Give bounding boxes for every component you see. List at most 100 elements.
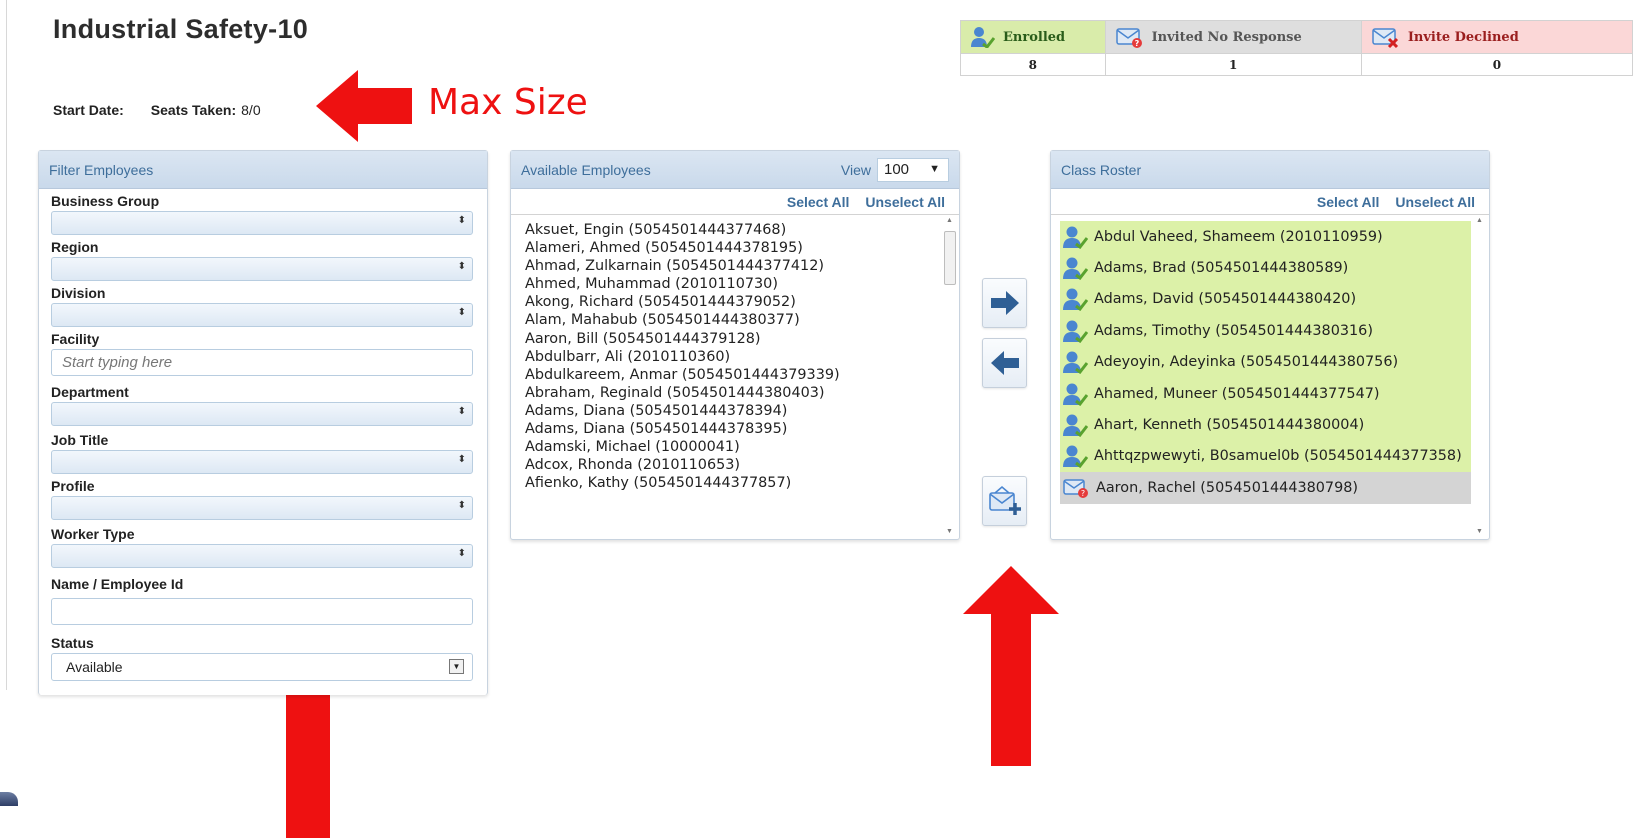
status-select-value: Available xyxy=(66,659,123,675)
page-title: Industrial Safety-10 xyxy=(53,14,309,44)
department-select[interactable]: ⬍ xyxy=(51,402,473,426)
available-employee-item[interactable]: Adams, Diana (5054501444378394) xyxy=(525,402,959,420)
available-employee-item[interactable]: Afienko, Kathy (5054501444377857) xyxy=(525,474,959,492)
roster-member-item[interactable]: Ahamed, Muneer (5054501444377547) xyxy=(1060,377,1471,410)
view-label: View xyxy=(840,161,871,178)
add-to-roster-button[interactable] xyxy=(982,278,1027,328)
available-employee-item[interactable]: Ahmed, Muhammad (2010110730) xyxy=(525,275,959,293)
annotation-arrow-up-invite xyxy=(963,566,1059,766)
available-employee-item[interactable]: Aksuet, Engin (5054501444377468) xyxy=(525,221,959,239)
available-employee-item[interactable]: Alameri, Ahmed (5054501444378195) xyxy=(525,239,959,257)
business-group-label: Business Group xyxy=(51,193,160,209)
select-arrows-icon: ⬍ xyxy=(457,261,466,272)
worker-type-select[interactable]: ⬍ xyxy=(51,544,473,568)
svg-text:?: ? xyxy=(1081,489,1085,498)
roster-member-item[interactable]: Adams, Timothy (5054501444380316) xyxy=(1060,315,1471,347)
enrollment-status-summary: Enrolled 8 ? Invited No Response 1 Invit… xyxy=(960,20,1633,76)
max-size-annotation: Max Size xyxy=(428,82,588,123)
available-scrollbar[interactable]: ▲ ▼ xyxy=(943,217,957,535)
status-count: 1 xyxy=(1229,57,1238,72)
roster-member-item[interactable]: Adams, David (5054501444380420) xyxy=(1060,283,1471,316)
status-count: 0 xyxy=(1492,57,1502,72)
roster-member-item[interactable]: ? Aaron, Rachel (5054501444380798) xyxy=(1060,472,1471,504)
view-count-value: 100 xyxy=(884,161,910,178)
available-employee-item[interactable]: Alam, Mahabub (5054501444380377) xyxy=(525,311,959,329)
roster-member-item[interactable]: Ahart, Kenneth (5054501444380004) xyxy=(1060,409,1471,441)
available-employee-item[interactable]: Abdulkareem, Anmar (5054501444379339) xyxy=(525,366,959,384)
enrolled-user-icon xyxy=(1063,383,1088,406)
available-employee-item[interactable]: Aaron, Bill (5054501444379128) xyxy=(525,330,959,348)
class-meta: Start Date: Seats Taken: 8/0 xyxy=(53,102,261,118)
corner-decoration xyxy=(0,792,18,806)
scroll-down-icon[interactable]: ▼ xyxy=(946,528,953,535)
available-employee-item[interactable]: Akong, Richard (5054501444379052) xyxy=(525,293,959,311)
roster-member-item[interactable]: Ahttqzpwewyti, B0samuel0b (5054501444377… xyxy=(1060,440,1471,473)
available-select-all-link[interactable]: Select All xyxy=(787,194,850,210)
scroll-down-icon[interactable]: ▼ xyxy=(1476,528,1483,535)
division-select[interactable]: ⬍ xyxy=(51,303,473,327)
roster-unselect-all-link[interactable]: Unselect All xyxy=(1395,194,1475,210)
status-label: Invited No Response xyxy=(1151,29,1302,45)
roster-member-name: Adams, Brad (5054501444380589) xyxy=(1094,260,1349,277)
roster-scrollbar[interactable]: ▲ ▼ xyxy=(1473,217,1487,535)
svg-text:?: ? xyxy=(1134,39,1139,48)
roster-member-item[interactable]: Adeyoyin, Adeyinka (5054501444380756) xyxy=(1060,346,1471,378)
available-employee-item[interactable]: Abdulbarr, Ali (2010110360) xyxy=(525,348,959,366)
arrow-right-icon xyxy=(990,291,1019,315)
available-employees-items: Aksuet, Engin (5054501444377468) Alameri,… xyxy=(511,215,959,492)
worker-type-label: Worker Type xyxy=(51,526,135,542)
available-employee-item[interactable]: Abraham, Reginald (5054501444380403) xyxy=(525,384,959,402)
roster-member-name: Aaron, Rachel (5054501444380798) xyxy=(1096,479,1359,496)
job-title-label: Job Title xyxy=(51,432,109,448)
available-employee-item[interactable]: Adamski, Michael (10000041) xyxy=(525,438,959,456)
roster-panel-title: Class Roster xyxy=(1051,151,1489,189)
available-employees-list[interactable]: Aksuet, Engin (5054501444377468) Alameri,… xyxy=(511,215,959,537)
invited-envelope-icon: ? xyxy=(1063,479,1088,498)
class-roster-list[interactable]: Abdul Vaheed, Shameem (2010110959) Adams,… xyxy=(1051,215,1489,537)
scroll-up-icon[interactable]: ▲ xyxy=(1476,217,1483,224)
scroll-thumb[interactable] xyxy=(944,231,956,285)
status-select[interactable]: Available ▼ xyxy=(51,653,473,681)
roster-member-name: Ahart, Kenneth (5054501444380004) xyxy=(1094,417,1365,434)
roster-select-all-link[interactable]: Select All xyxy=(1317,194,1380,210)
name-id-input[interactable] xyxy=(51,598,473,625)
select-arrows-icon: ⬍ xyxy=(457,307,466,318)
roster-member-item[interactable]: Adams, Brad (5054501444380589) xyxy=(1060,252,1471,284)
available-employee-item[interactable]: Ahmad, Zulkarnain (5054501444377412) xyxy=(525,257,959,275)
facility-input[interactable]: Start typing here xyxy=(51,349,473,376)
remove-from-roster-button[interactable] xyxy=(982,338,1027,388)
roster-member-name: Ahttqzpwewyti, B0samuel0b (5054501444377… xyxy=(1094,448,1462,465)
seats-taken-value: 8/0 xyxy=(241,102,261,118)
region-label: Region xyxy=(51,239,99,255)
roster-member-name: Adams, Timothy (5054501444380316) xyxy=(1094,322,1373,339)
department-label: Department xyxy=(51,384,129,400)
region-select[interactable]: ⬍ xyxy=(51,257,473,281)
available-panel-title: Available Employees xyxy=(521,161,651,178)
enrolled-user-icon xyxy=(1063,320,1088,343)
status-filter-label: Status xyxy=(51,635,94,651)
invite-envelope-add-icon xyxy=(988,485,1021,515)
class-roster-items: Abdul Vaheed, Shameem (2010110959) Adams,… xyxy=(1051,215,1489,504)
available-employee-item[interactable]: Adcox, Rhonda (2010110653) xyxy=(525,456,959,474)
roster-member-item[interactable]: Abdul Vaheed, Shameem (2010110959) xyxy=(1060,221,1471,253)
scroll-up-icon[interactable]: ▲ xyxy=(946,217,953,224)
start-date-label: Start Date: xyxy=(53,102,124,118)
roster-member-name: Adeyoyin, Adeyinka (5054501444380756) xyxy=(1094,354,1399,371)
select-arrows-icon: ⬍ xyxy=(457,406,466,417)
profile-select[interactable]: ⬍ xyxy=(51,496,473,520)
invite-employees-button[interactable] xyxy=(982,476,1027,526)
business-group-select[interactable]: ⬍ xyxy=(51,211,473,235)
filter-panel-title: Filter Employees xyxy=(39,151,487,189)
view-count-select[interactable]: 100 ▼ xyxy=(877,157,949,182)
available-unselect-all-link[interactable]: Unselect All xyxy=(865,194,945,210)
select-arrows-icon: ⬍ xyxy=(457,215,466,226)
roster-member-name: Abdul Vaheed, Shameem (2010110959) xyxy=(1094,228,1383,245)
status-enrolled: Enrolled 8 xyxy=(961,21,1106,75)
job-title-select[interactable]: ⬍ xyxy=(51,450,473,474)
roster-member-name: Adams, David (5054501444380420) xyxy=(1094,291,1357,308)
enrolled-user-icon xyxy=(1063,257,1088,281)
available-employee-item[interactable]: Adams, Diana (5054501444378395) xyxy=(525,420,959,438)
enrolled-user-icon xyxy=(1063,351,1088,375)
available-employees-panel: Available Employees View 100 ▼ Select All… xyxy=(510,150,960,540)
view-count-control: View 100 ▼ xyxy=(840,157,949,182)
